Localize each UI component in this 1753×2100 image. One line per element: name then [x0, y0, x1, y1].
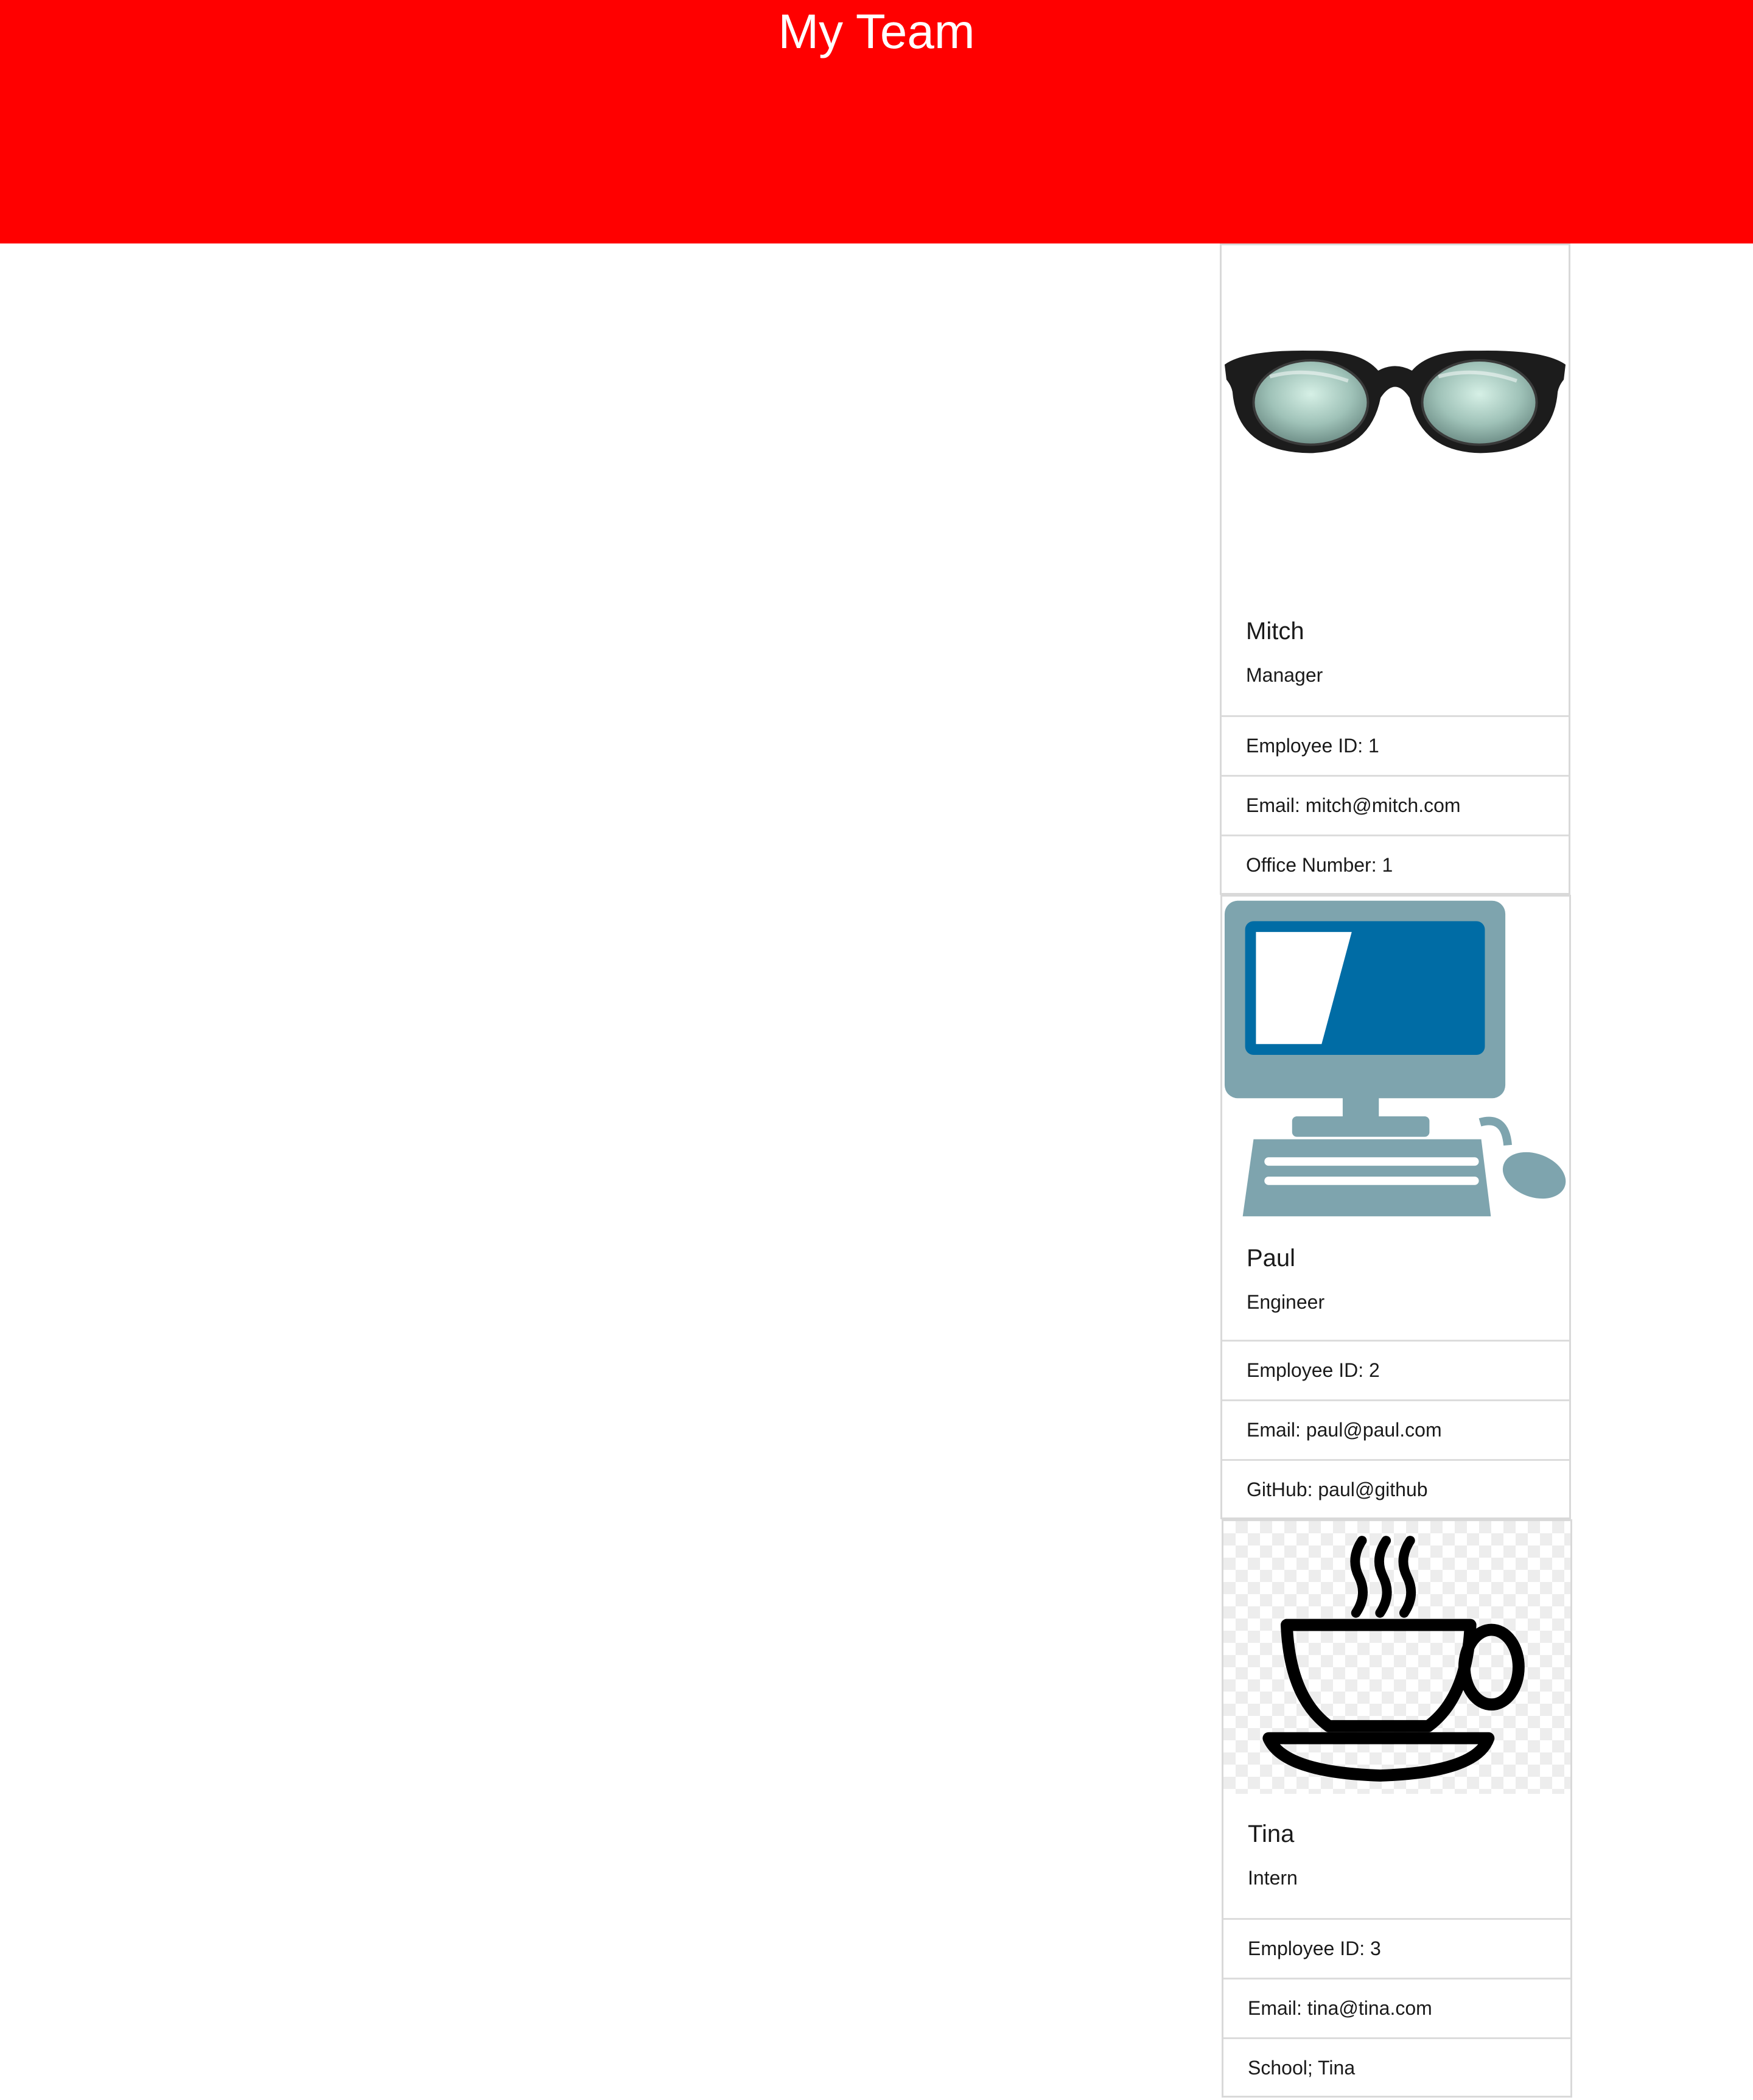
coffee-cup-icon: [1223, 1521, 1570, 1794]
employee-github: GitHub: paul@github: [1222, 1459, 1569, 1519]
computer-icon: [1222, 897, 1569, 1219]
employee-name: Paul: [1247, 1245, 1296, 1272]
employee-role: Engineer: [1247, 1291, 1325, 1313]
employee-card-manager: Mitch Manager Employee ID: 1 Email: mitc…: [1220, 243, 1570, 895]
employee-details-list: Employee ID: 1 Email: mitch@mitch.com Of…: [1222, 715, 1569, 894]
employee-name: Tina: [1248, 1821, 1295, 1847]
employee-id: Employee ID: 3: [1223, 1918, 1570, 1978]
employee-email: Email: mitch@mitch.com: [1222, 775, 1569, 835]
employee-details-list: Employee ID: 3 Email: tina@tina.com Scho…: [1223, 1918, 1570, 2097]
employee-id: Employee ID: 1: [1222, 715, 1569, 775]
employee-email: Email: tina@tina.com: [1223, 1978, 1570, 2037]
employee-details-list: Employee ID: 2 Email: paul@paul.com GitH…: [1222, 1340, 1569, 1519]
employee-name: Mitch: [1246, 618, 1304, 645]
employee-id: Employee ID: 2: [1222, 1340, 1569, 1399]
employee-office-number: Office Number: 1: [1222, 835, 1569, 894]
employee-role: Manager: [1246, 664, 1323, 686]
header-banner: My Team: [0, 0, 1753, 243]
employee-card-engineer: Paul Engineer Employee ID: 2 Email: paul…: [1220, 895, 1571, 1519]
glasses-icon: [1222, 245, 1569, 592]
employee-role: Intern: [1248, 1867, 1298, 1889]
page-title: My Team: [778, 4, 975, 58]
employee-school: School; Tina: [1223, 2037, 1570, 2097]
employee-card-intern: Tina Intern Employee ID: 3 Email: tina@t…: [1222, 1519, 1572, 2098]
employee-email: Email: paul@paul.com: [1222, 1399, 1569, 1459]
